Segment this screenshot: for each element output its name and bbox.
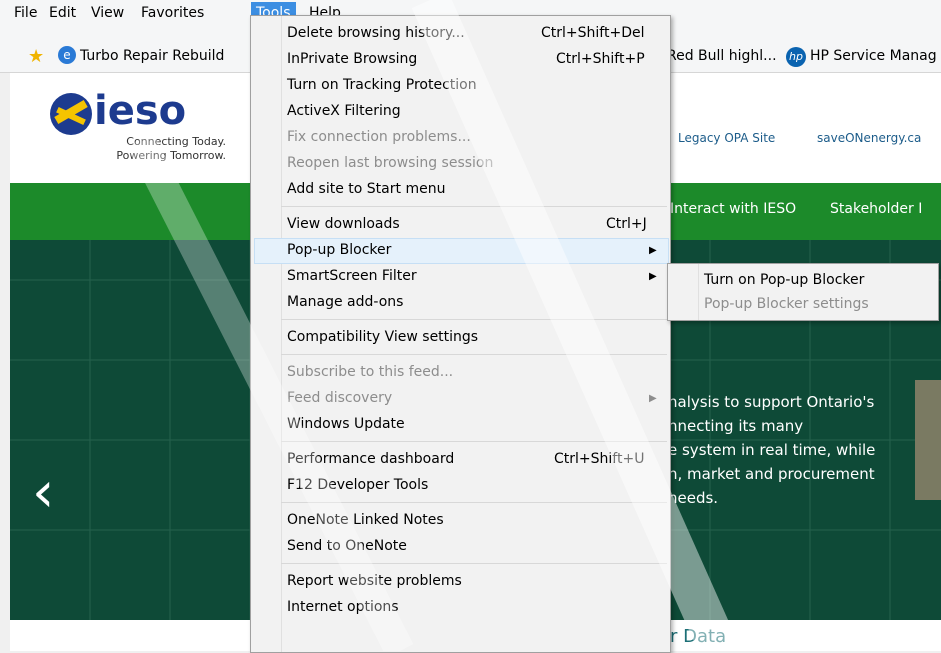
menuitem-reopen-session: Reopen last browsing session (287, 155, 494, 171)
logo-text[interactable]: ieso (94, 91, 186, 131)
section-title: r Data (670, 626, 727, 647)
link-legacy-opa[interactable]: Legacy OPA Site (678, 131, 775, 145)
submenu-arrow-icon: ▶ (649, 393, 657, 404)
tagline-line-1: Connecting Today. (126, 135, 226, 148)
menuitem-add-to-start[interactable]: Add site to Start menu (287, 178, 445, 200)
shortcut-delete-history: Ctrl+Shift+Del (541, 25, 645, 41)
menuitem-report-problems[interactable]: Report website problems (287, 570, 462, 592)
menuitem-inprivate[interactable]: InPrivate Browsing (287, 48, 417, 70)
hero-text-line-2: nnecting its many (668, 417, 804, 435)
menuitem-delete-history[interactable]: Delete browsing history... (287, 22, 465, 44)
submenu-arrow-icon: ▶ (649, 245, 657, 256)
link-saveonenergy[interactable]: saveONenergy.ca (817, 131, 921, 145)
favorites-star-icon[interactable]: ★ (28, 46, 44, 67)
menu-gutter-divider (698, 264, 699, 320)
menu-separator (281, 441, 667, 442)
favorite-link-turbo-repair[interactable]: Turbo Repair Rebuild (80, 48, 224, 64)
menu-separator (281, 206, 667, 207)
menuitem-smartscreen[interactable]: SmartScreen Filter (287, 265, 417, 287)
ieso-logo-icon (50, 93, 92, 135)
nav-stakeholder[interactable]: Stakeholder I (830, 201, 922, 217)
menuitem-popup-blocker[interactable]: Pop-up Blocker (287, 239, 391, 261)
menuitem-activex-filtering[interactable]: ActiveX Filtering (287, 100, 401, 122)
menuitem-view-downloads[interactable]: View downloads (287, 213, 400, 235)
nav-interact[interactable]: Interact with IESO (670, 201, 796, 217)
menu-view[interactable]: View (86, 2, 129, 24)
menuitem-subscribe-feed: Subscribe to this feed... (287, 364, 454, 380)
popup-blocker-submenu: Turn on Pop-up Blocker Pop-up Blocker se… (667, 263, 939, 321)
ie-icon: e (58, 46, 76, 64)
menuitem-performance-dashboard[interactable]: Performance dashboard (287, 448, 454, 470)
tagline-line-2: Powering Tomorrow. (116, 149, 226, 162)
hero-image-thumbnail (915, 380, 941, 500)
menuitem-tracking-protection[interactable]: Turn on Tracking Protection (287, 74, 477, 96)
menuitem-compatibility-view[interactable]: Compatibility View settings (287, 326, 478, 348)
menu-file[interactable]: File (9, 2, 42, 24)
menuitem-f12-dev-tools[interactable]: F12 Developer Tools (287, 474, 428, 496)
submenu-arrow-icon: ▶ (649, 271, 657, 282)
menu-separator (281, 354, 667, 355)
favorite-link-hp-service[interactable]: HP Service Manag (810, 48, 937, 64)
carousel-prev-icon[interactable]: ‹ (32, 465, 54, 521)
menu-separator (281, 563, 667, 564)
hero-text-line-4: n, market and procurement (668, 465, 875, 483)
tools-dropdown-menu: Delete browsing history... Ctrl+Shift+De… (250, 15, 671, 653)
menuitem-windows-update[interactable]: Windows Update (287, 413, 405, 435)
menuitem-manage-addons[interactable]: Manage add-ons (287, 291, 403, 313)
hero-text-line-1: nalysis to support Ontario's (668, 393, 875, 411)
menu-favorites[interactable]: Favorites (136, 2, 209, 24)
menuitem-send-onenote[interactable]: Send to OneNote (287, 535, 407, 557)
favorite-link-red-bull[interactable]: Red Bull highl... (667, 48, 777, 64)
shortcut-view-downloads: Ctrl+J (606, 216, 647, 232)
shortcut-performance-dashboard: Ctrl+Shift+U (554, 451, 645, 467)
menuitem-internet-options[interactable]: Internet options (287, 596, 399, 618)
hero-text-line-3: e system in real time, while (668, 441, 876, 459)
menu-separator (281, 502, 667, 503)
menuitem-feed-discovery: Feed discovery (287, 390, 393, 406)
menu-separator (281, 319, 667, 320)
menuitem-turn-on-popup-blocker[interactable]: Turn on Pop-up Blocker (704, 269, 864, 291)
hero-text-line-5: needs. (668, 489, 719, 507)
shortcut-inprivate: Ctrl+Shift+P (556, 51, 645, 67)
hp-logo-icon: hp (786, 47, 806, 67)
menu-gutter-divider (281, 16, 282, 652)
menuitem-popup-blocker-settings: Pop-up Blocker settings (704, 296, 869, 312)
menu-edit[interactable]: Edit (44, 2, 81, 24)
menuitem-onenote-linked[interactable]: OneNote Linked Notes (287, 509, 444, 531)
menuitem-fix-connection: Fix connection problems... (287, 129, 471, 145)
